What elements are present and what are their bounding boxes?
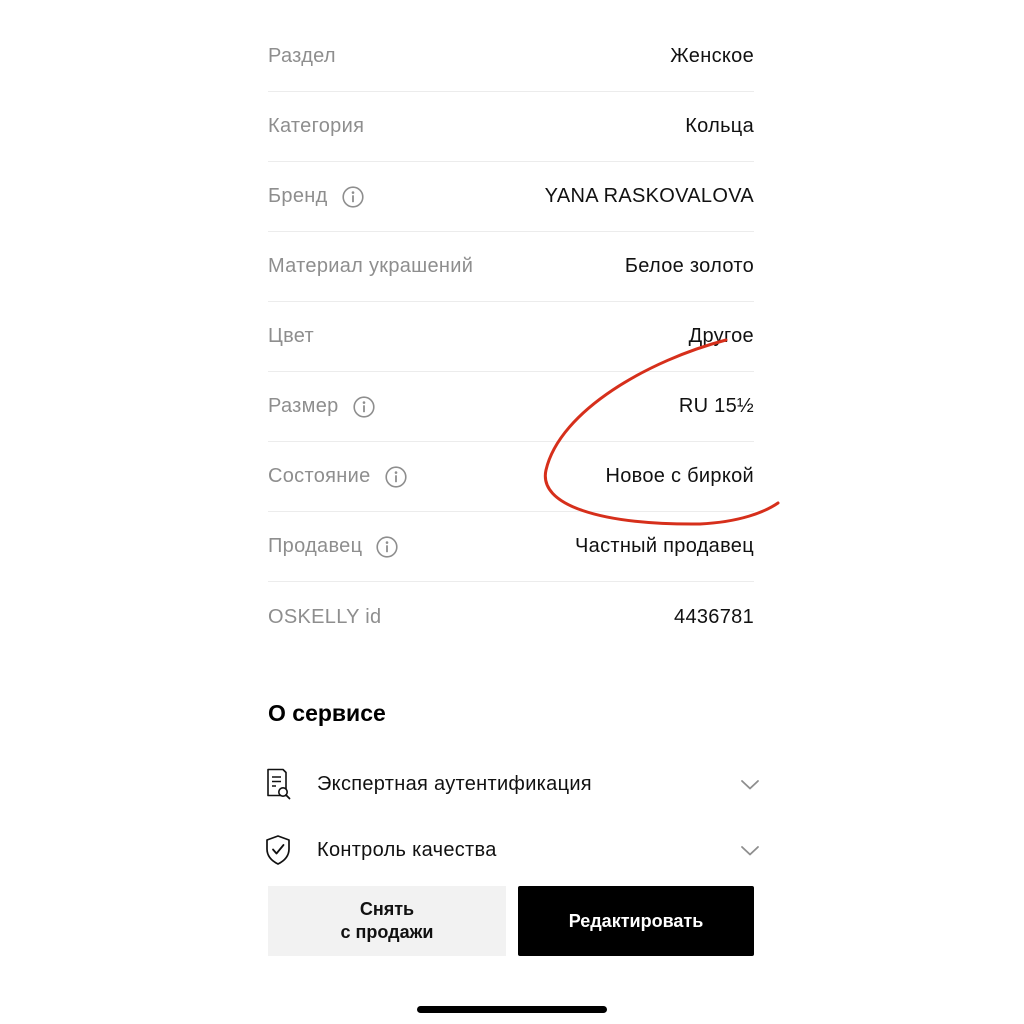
detail-row-oskelly-id: OSKELLY id 4436781: [268, 582, 754, 652]
detail-row-condition: Состояние Новое с биркой: [268, 442, 754, 512]
service-item-label: Экспертная аутентификация: [317, 772, 592, 795]
document-search-icon: [264, 767, 292, 801]
unpublish-button-label: Снять с продажи: [340, 899, 434, 942]
about-service-title: О сервисе: [268, 700, 386, 726]
info-icon[interactable]: [376, 535, 398, 558]
home-indicator: [417, 1006, 607, 1013]
detail-label-text: Материал украшений: [268, 255, 474, 277]
info-icon[interactable]: [352, 395, 375, 418]
detail-row-color: Цвет Другое: [268, 302, 754, 372]
detail-label-text: Категория: [268, 115, 365, 137]
shield-check-icon: [264, 833, 292, 867]
detail-label: Материал украшений: [268, 255, 473, 278]
detail-value: Новое с биркой: [605, 465, 754, 487]
service-item-authentication[interactable]: Экспертная аутентификация: [264, 764, 760, 804]
detail-label: Бренд: [268, 185, 364, 208]
detail-value: 4436781: [674, 605, 754, 628]
detail-label-text: Раздел: [268, 45, 336, 67]
unpublish-button[interactable]: Снять с продажи: [268, 886, 506, 956]
detail-label: Размер: [268, 395, 375, 418]
detail-label-text: Цвет: [268, 325, 315, 347]
edit-button-label: Редактировать: [568, 910, 704, 931]
detail-row-material: Материал украшений Белое золото: [268, 232, 754, 302]
detail-label-text: OSKELLY id: [268, 605, 382, 628]
detail-label: OSKELLY id: [268, 606, 381, 629]
detail-value: RU 15½: [678, 395, 754, 417]
detail-label-text: Продавец: [268, 535, 363, 557]
detail-row-section: Раздел Женское: [268, 22, 754, 92]
detail-row-category: Категория Кольца: [268, 92, 754, 162]
chevron-down-icon[interactable]: [740, 778, 760, 790]
detail-value: YANA RASKOVALOVA: [544, 185, 754, 207]
chevron-down-icon[interactable]: [740, 844, 760, 856]
detail-row-brand: Бренд YANA RASKOVALOVA: [268, 162, 754, 232]
detail-value: Кольца: [685, 115, 754, 137]
service-item-quality-control[interactable]: Контроль качества: [264, 830, 760, 870]
service-item-label: Контроль качества: [317, 838, 497, 861]
detail-value: Белое золото: [624, 255, 754, 277]
edit-button[interactable]: Редактировать: [518, 886, 754, 956]
product-details-list: Раздел Женское Категория Кольца Бренд YA…: [268, 22, 754, 652]
info-icon[interactable]: [341, 185, 364, 208]
detail-row-size: Размер RU 15½: [268, 372, 754, 442]
detail-value: Частный продавец: [575, 535, 754, 557]
detail-label: Раздел: [268, 45, 336, 68]
detail-label-text: Бренд: [268, 185, 328, 207]
detail-label: Продавец: [268, 535, 398, 558]
detail-label: Цвет: [268, 325, 314, 348]
detail-label: Категория: [268, 115, 364, 138]
detail-value: Другое: [688, 325, 754, 347]
detail-value: Женское: [670, 45, 754, 67]
detail-row-seller: Продавец Частный продавец: [268, 512, 754, 582]
detail-label: Состояние: [268, 465, 407, 488]
info-icon[interactable]: [384, 465, 407, 488]
detail-label-text: Размер: [268, 395, 339, 417]
detail-label-text: Состояние: [268, 465, 371, 487]
